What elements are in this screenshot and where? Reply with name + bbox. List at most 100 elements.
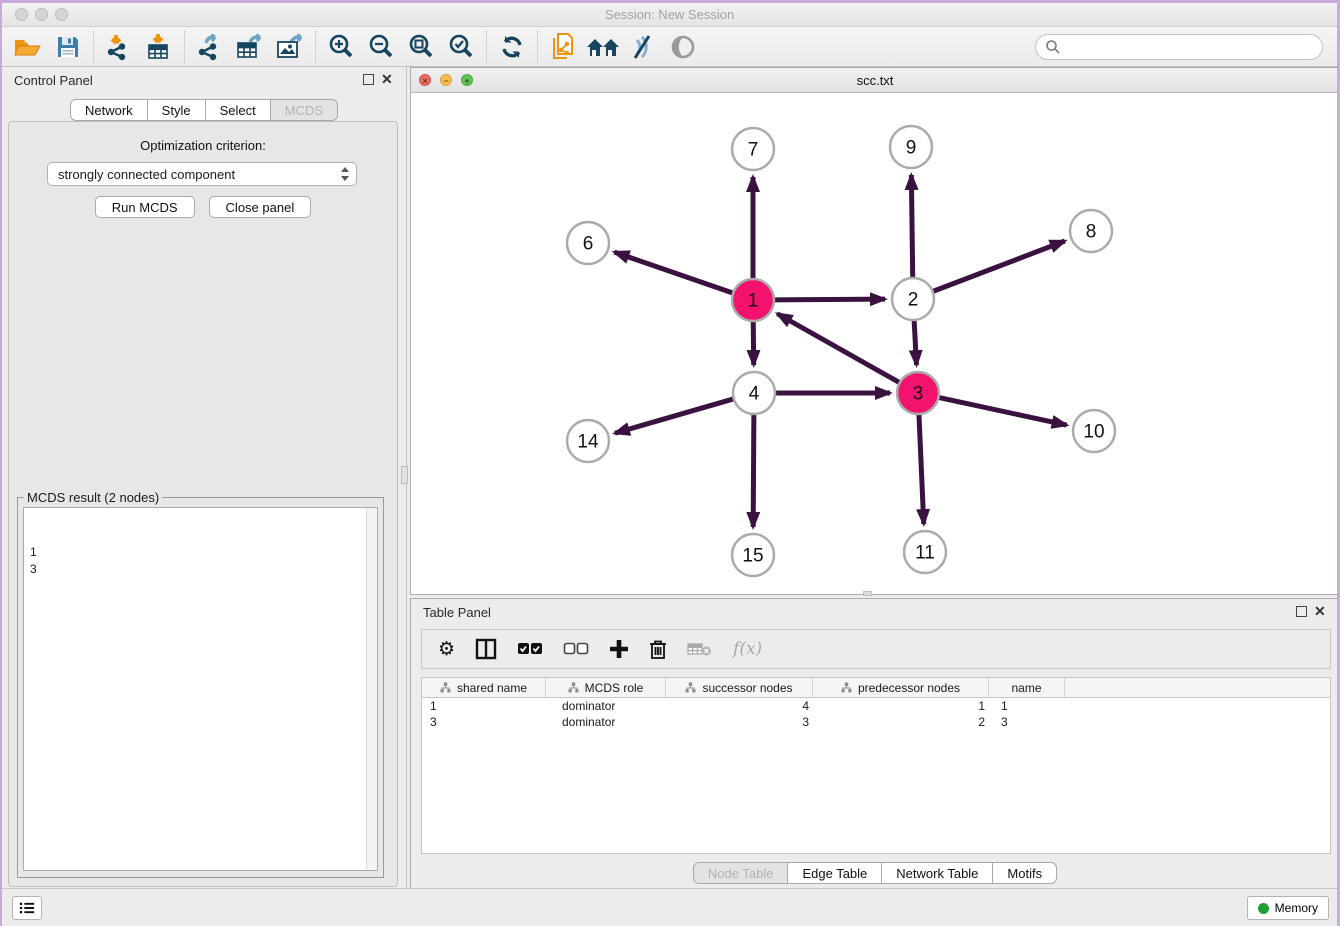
table-cell[interactable]: 1 xyxy=(813,698,989,714)
tab-mcds[interactable]: MCDS xyxy=(271,99,338,121)
houses-icon xyxy=(585,35,621,59)
graph-edge-1-6[interactable] xyxy=(614,252,733,293)
graph-edge-2-9[interactable] xyxy=(911,175,912,278)
table-cell[interactable]: 3 xyxy=(666,714,813,730)
graph-node-label: 8 xyxy=(1086,222,1097,243)
import-network-button[interactable] xyxy=(99,30,139,64)
export-table-button[interactable] xyxy=(230,30,270,64)
toolbar-separator xyxy=(93,31,94,63)
graph-node-label: 11 xyxy=(915,543,935,564)
zoom-in-button[interactable] xyxy=(321,30,361,64)
tab-network[interactable]: Network xyxy=(70,99,148,121)
graph-edge-4-15[interactable] xyxy=(753,414,754,527)
optimization-criterion-select[interactable]: strongly connected component xyxy=(47,162,357,186)
function-builder-button[interactable]: f(x) xyxy=(733,639,762,659)
toolbar-separator xyxy=(184,31,185,63)
table-toolbar: ⚙ xyxy=(421,629,1331,669)
mcds-result-item: 3 xyxy=(30,561,371,578)
table-cell[interactable]: 3 xyxy=(422,714,546,730)
select-stepper-icon xyxy=(340,166,350,182)
mcds-result-list[interactable]: 13 xyxy=(23,507,378,871)
export-network-icon xyxy=(196,33,224,61)
table-cell[interactable]: 1 xyxy=(989,698,1065,714)
delete-table-icon xyxy=(687,640,713,658)
result-scrollbar[interactable] xyxy=(366,508,377,870)
table-cell[interactable]: 4 xyxy=(666,698,813,714)
eye-icon xyxy=(669,34,697,60)
graph-edge-3-11[interactable] xyxy=(919,414,924,524)
column-header-name[interactable]: name xyxy=(989,678,1065,697)
new-network-from-selection-button[interactable] xyxy=(543,30,583,64)
column-visibility-button[interactable] xyxy=(475,638,497,660)
save-session-button[interactable] xyxy=(48,30,88,64)
table-row[interactable]: 3dominator323 xyxy=(422,714,1330,730)
tab-network-table[interactable]: Network Table xyxy=(882,862,993,884)
first-neighbors-button[interactable] xyxy=(583,30,623,64)
deselect-all-icon xyxy=(563,642,589,656)
graph-node-label: 6 xyxy=(583,234,594,255)
table-cell[interactable]: 2 xyxy=(813,714,989,730)
graph-node-label: 1 xyxy=(748,291,759,312)
toolbar-separator xyxy=(486,31,487,63)
tab-style[interactable]: Style xyxy=(148,99,206,121)
apply-layout-button[interactable] xyxy=(492,30,532,64)
table-panel-title: Table Panel xyxy=(423,605,491,620)
tab-motifs[interactable]: Motifs xyxy=(993,862,1057,884)
graph-edge-2-8[interactable] xyxy=(933,241,1065,292)
search-box[interactable] xyxy=(1035,34,1323,60)
memory-button[interactable]: Memory xyxy=(1247,896,1329,920)
zoom-selected-button[interactable] xyxy=(441,30,481,64)
delete-column-button[interactable] xyxy=(649,639,667,659)
column-header-successor-nodes[interactable]: successor nodes xyxy=(666,678,813,697)
table-cell[interactable]: dominator xyxy=(546,698,666,714)
deselect-all-button[interactable] xyxy=(563,642,589,656)
select-all-button[interactable] xyxy=(517,642,543,656)
column-tree-icon xyxy=(568,682,579,693)
zoom-out-icon xyxy=(367,33,395,61)
tab-select[interactable]: Select xyxy=(206,99,271,121)
column-header-predecessor-nodes[interactable]: predecessor nodes xyxy=(813,678,989,697)
export-image-button[interactable] xyxy=(270,30,310,64)
close-table-panel-icon[interactable]: ✕ xyxy=(1314,606,1325,617)
table-cell[interactable]: 1 xyxy=(422,698,546,714)
vertical-splitter-handle[interactable] xyxy=(401,466,408,484)
network-canvas[interactable]: 1234678910111415 xyxy=(411,93,1339,594)
hide-graphics-details-button[interactable] xyxy=(623,30,663,64)
table-cell[interactable]: 3 xyxy=(989,714,1065,730)
close-panel-button[interactable]: Close panel xyxy=(209,196,312,218)
export-network-button[interactable] xyxy=(190,30,230,64)
import-table-button[interactable] xyxy=(139,30,179,64)
close-panel-icon[interactable]: ✕ xyxy=(381,74,392,85)
add-column-button[interactable] xyxy=(609,639,629,659)
column-header-label: successor nodes xyxy=(702,681,792,695)
graph-edge-1-2[interactable] xyxy=(774,299,885,300)
graph-edge-4-14[interactable] xyxy=(615,399,734,433)
import-table-icon xyxy=(145,33,173,61)
node-table[interactable]: shared nameMCDS role successor nodes prede… xyxy=(421,677,1331,854)
search-input[interactable] xyxy=(1061,39,1313,56)
network-graph[interactable]: 1234678910111415 xyxy=(411,93,1339,594)
run-mcds-button[interactable]: Run MCDS xyxy=(95,196,195,218)
float-table-panel-icon[interactable] xyxy=(1296,606,1307,617)
graph-edge-2-3[interactable] xyxy=(914,320,916,365)
zoom-fit-button[interactable] xyxy=(401,30,441,64)
column-header-shared-name[interactable]: shared name xyxy=(422,678,546,697)
tab-edge-table[interactable]: Edge Table xyxy=(788,862,882,884)
delete-table-button[interactable] xyxy=(687,640,713,658)
graph-edge-3-10[interactable] xyxy=(939,397,1067,425)
zoom-out-button[interactable] xyxy=(361,30,401,64)
tab-node-table[interactable]: Node Table xyxy=(693,862,789,884)
column-header-label: name xyxy=(1011,681,1041,695)
birds-eye-view-button[interactable] xyxy=(663,30,703,64)
table-row[interactable]: 1dominator411 xyxy=(422,698,1330,714)
table-cell[interactable]: dominator xyxy=(546,714,666,730)
graph-edge-3-1[interactable] xyxy=(777,314,899,383)
task-history-button[interactable] xyxy=(12,896,42,920)
float-panel-icon[interactable] xyxy=(363,74,374,85)
gear-button[interactable]: ⚙ xyxy=(438,639,455,659)
column-header-MCDS-role[interactable]: MCDS role xyxy=(546,678,666,697)
horizontal-splitter-handle[interactable] xyxy=(863,591,872,596)
open-session-button[interactable] xyxy=(8,30,48,64)
memory-status-icon xyxy=(1258,903,1269,914)
zoom-in-icon xyxy=(327,33,355,61)
